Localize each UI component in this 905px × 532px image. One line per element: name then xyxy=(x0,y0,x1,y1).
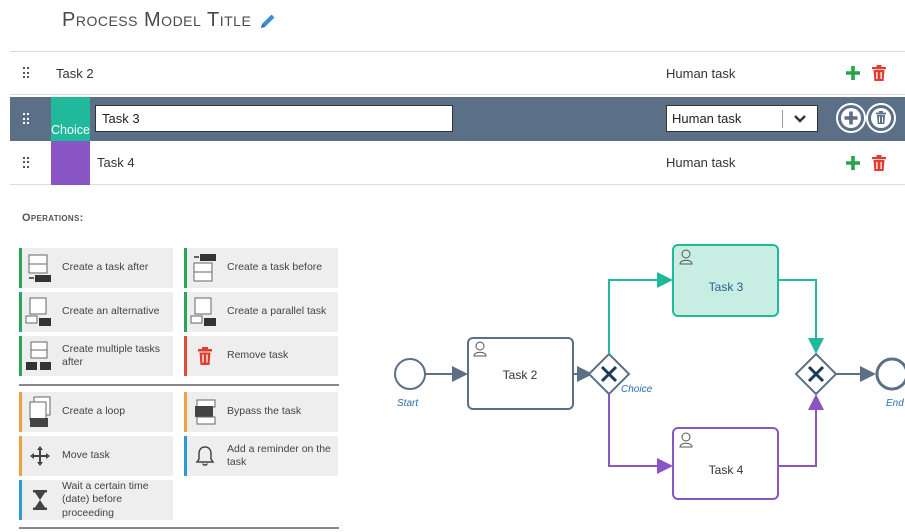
operation-label: Create a task before xyxy=(227,261,323,274)
create-parallel-task-button[interactable]: Create a parallel task xyxy=(184,292,338,332)
operation-label: Create a task after xyxy=(62,261,149,274)
task-3-label: Task 3 xyxy=(709,280,744,294)
task-row[interactable]: Task 2 Human task xyxy=(10,51,905,95)
task-name: Task 2 xyxy=(56,65,94,81)
task-row-selected[interactable]: Choice Human task xyxy=(10,97,905,141)
delete-task-button[interactable] xyxy=(866,103,896,133)
add-task-button[interactable] xyxy=(836,103,866,133)
end-label: End xyxy=(886,398,904,409)
process-diagram: Start Task 2 Choice Task 3 Task 4 End xyxy=(394,244,905,500)
operations-title: Operations: xyxy=(22,212,84,224)
hourglass-icon xyxy=(33,490,47,510)
wait-time-button[interactable]: Wait a certain time (date) before procee… xyxy=(19,480,173,520)
trash-icon xyxy=(198,347,212,365)
start-event[interactable] xyxy=(394,358,426,390)
move-icon xyxy=(30,446,50,466)
divider xyxy=(19,527,339,529)
operation-label: Wait a certain time (date) before procee… xyxy=(62,480,149,519)
flow-task3-gateway xyxy=(778,279,824,354)
create-task-before-button[interactable]: Create a task before xyxy=(184,248,338,288)
task-name-input[interactable] xyxy=(95,105,453,132)
start-label: Start xyxy=(397,398,419,409)
end-event[interactable] xyxy=(875,357,905,391)
operation-label: Remove task xyxy=(227,349,289,362)
trash-icon[interactable] xyxy=(872,65,886,81)
drag-handle-icon[interactable] xyxy=(23,113,31,125)
remove-task-button[interactable]: Remove task xyxy=(184,336,338,376)
create-multiple-tasks-after-button[interactable]: Create multiple tasks after xyxy=(19,336,173,376)
drag-handle-icon[interactable] xyxy=(23,67,31,79)
drag-handle-icon[interactable] xyxy=(23,156,31,169)
operation-label: Create a parallel task xyxy=(227,305,327,318)
task-name: Task 4 xyxy=(97,155,135,170)
flow-gateway-task4 xyxy=(608,394,673,474)
task-row[interactable]: Task 4 Human task xyxy=(10,141,905,185)
task-4-label: Task 4 xyxy=(709,463,744,477)
task-type: Human task xyxy=(666,155,736,170)
task-type-select[interactable]: Human task xyxy=(666,105,818,132)
operation-label: Add a reminder on the task xyxy=(227,442,331,468)
multiple-tasks-icon xyxy=(26,341,51,370)
alternative-badge xyxy=(51,141,90,185)
flow-gateway-task3 xyxy=(608,272,673,354)
title-bar: Process Model Title xyxy=(62,9,277,32)
operation-label: Create multiple tasks after xyxy=(62,342,161,368)
loop-icon xyxy=(29,396,51,427)
page-title: Process Model Title xyxy=(62,9,252,31)
parallel-icon xyxy=(190,297,216,326)
add-icon[interactable] xyxy=(846,155,860,170)
task-before-icon xyxy=(193,254,216,282)
task-2-label: Task 2 xyxy=(503,368,538,382)
operation-label: Bypass the task xyxy=(227,405,302,418)
trash-icon[interactable] xyxy=(872,154,886,171)
bypass-icon xyxy=(195,399,216,425)
operation-label: Create an alternative xyxy=(62,305,160,318)
gateway-label: Choice xyxy=(621,384,653,395)
create-task-after-button[interactable]: Create a task after xyxy=(19,248,173,288)
alternative-icon xyxy=(25,297,51,326)
task-type: Human task xyxy=(666,65,736,81)
trash-circle-icon xyxy=(871,108,891,128)
bell-icon xyxy=(195,446,215,466)
operation-label: Create a loop xyxy=(62,405,126,418)
task-after-icon xyxy=(28,254,51,282)
add-icon[interactable] xyxy=(846,66,860,80)
bypass-task-button[interactable]: Bypass the task xyxy=(184,392,338,432)
move-task-button[interactable]: Move task xyxy=(19,436,173,476)
task-type-value: Human task xyxy=(672,111,742,126)
create-loop-button[interactable]: Create a loop xyxy=(19,392,173,432)
flow-task4-gateway xyxy=(778,394,824,467)
add-reminder-button[interactable]: Add a reminder on the task xyxy=(184,436,338,476)
create-alternative-button[interactable]: Create an alternative xyxy=(19,292,173,332)
divider xyxy=(19,384,339,386)
pencil-icon[interactable] xyxy=(259,12,277,30)
operation-label: Move task xyxy=(62,449,110,462)
choice-badge-label: Choice xyxy=(51,123,90,137)
plus-circle-icon xyxy=(841,108,861,128)
chevron-down-icon[interactable] xyxy=(783,113,817,125)
